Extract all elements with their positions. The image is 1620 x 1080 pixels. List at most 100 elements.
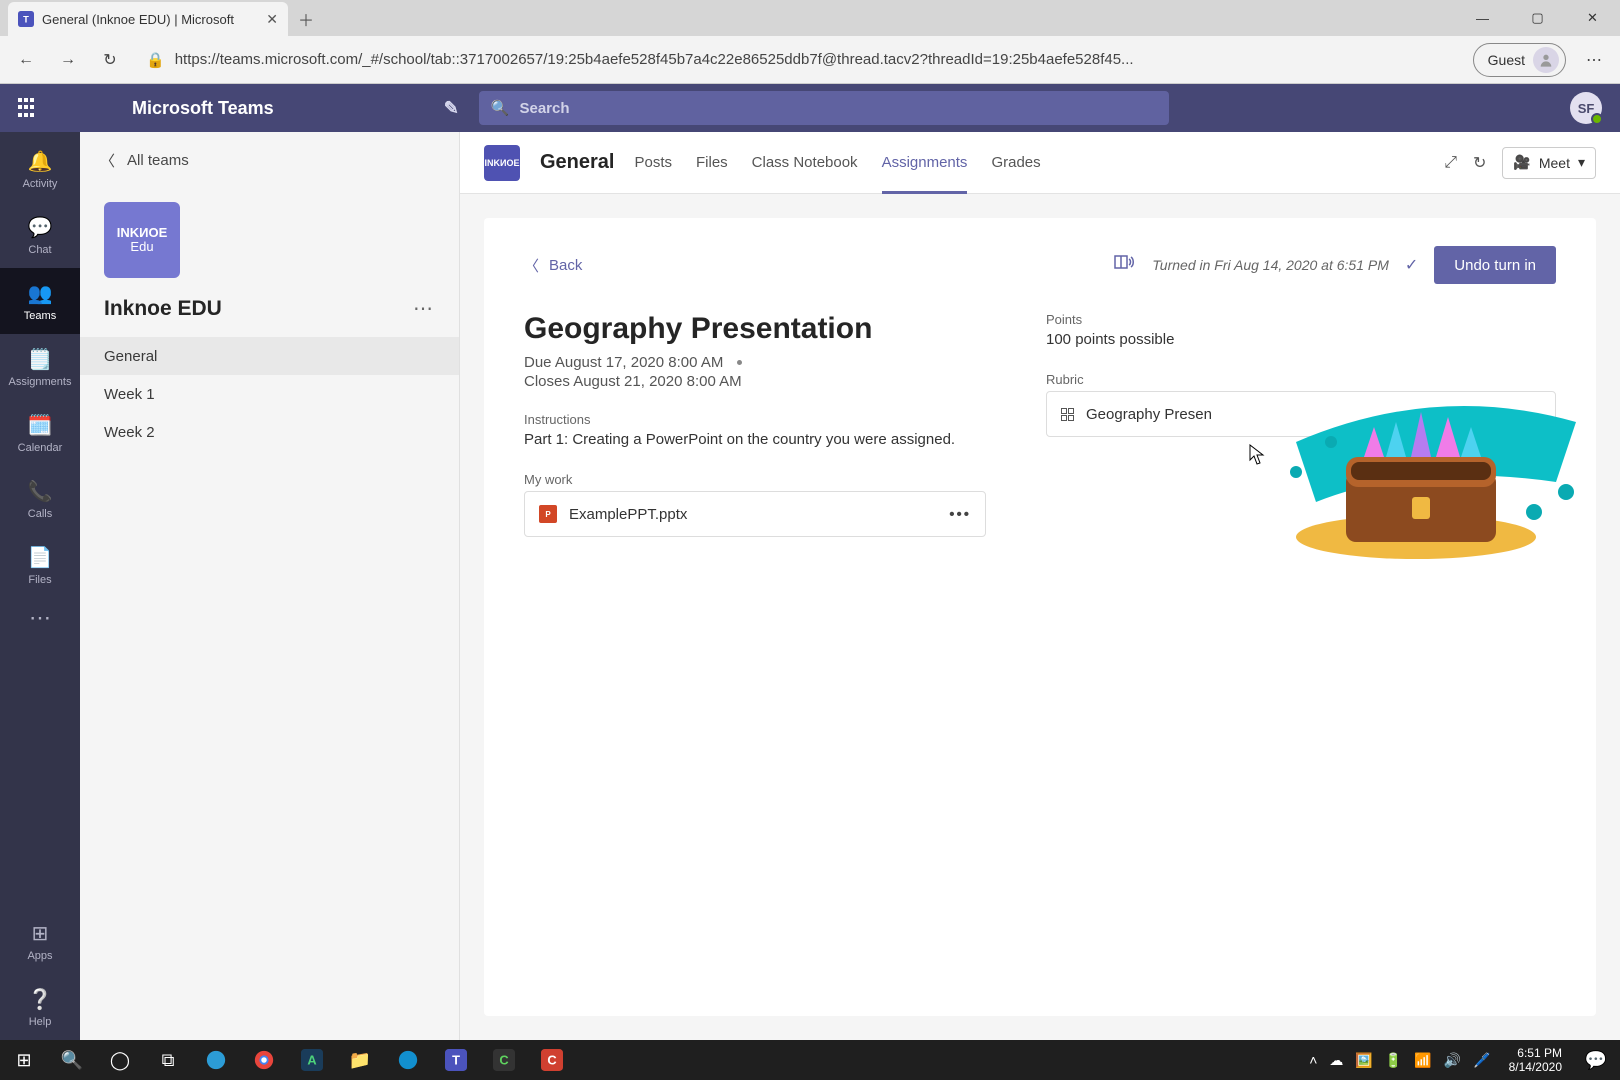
window-maximize-button[interactable]: ▢ [1510,0,1565,36]
window-close-button[interactable]: ✕ [1565,0,1620,36]
teams-header: Microsoft Teams ✎ 🔍 Search SF [0,84,1620,132]
back-label: Back [549,257,582,274]
rail-files[interactable]: 📄 Files [0,532,80,598]
due-date: Due August 17, 2020 8:00 AM [524,354,723,371]
taskbar-app-c2[interactable]: C [528,1040,576,1080]
file-icon: 📄 [28,545,53,570]
treasure-illustration-icon [1236,362,1596,562]
checkmark-icon: ✓ [1405,255,1418,275]
tray-onedrive-icon[interactable]: ☁ [1329,1052,1343,1069]
tray-photos-icon[interactable]: 🖼️ [1355,1052,1372,1069]
new-tab-button[interactable]: ＋ [288,2,324,36]
avatar-initials: SF [1578,101,1595,116]
taskbar-app-chrome[interactable] [240,1040,288,1080]
presence-indicator-icon [1591,113,1603,125]
team-name: Inknoe EDU [104,297,413,321]
taskbar-search-icon[interactable]: 🔍 [48,1040,96,1080]
rail-help[interactable]: ❔Help [0,974,80,1040]
reload-icon[interactable]: ↻ [1473,153,1486,173]
chevron-left-icon: 〈 [100,150,115,171]
taskbar-app-a[interactable]: A [288,1040,336,1080]
tab-posts[interactable]: Posts [634,132,672,194]
taskbar-app-explorer[interactable]: 📁 [336,1040,384,1080]
taskbar-app-edge[interactable] [192,1040,240,1080]
search-placeholder: Search [519,100,569,117]
rail-label: Teams [24,310,56,322]
tab-assignments[interactable]: Assignments [882,132,968,194]
cortana-icon[interactable]: ◯ [96,1040,144,1080]
windows-taskbar: ⊞ 🔍 ◯ ⧉ A 📁 T C C ˄ ☁ 🖼️ 🔋 📶 🔊 🖊️ 6:51 P… [0,1040,1620,1080]
channel-label: General [104,348,157,365]
taskbar-date: 8/14/2020 [1509,1060,1562,1074]
browser-profile-button[interactable]: Guest [1473,43,1566,77]
channel-header: INKИOE General Posts Files Class Noteboo… [460,132,1620,194]
tab-files[interactable]: Files [696,132,728,194]
channel-week1[interactable]: Week 1 [80,375,459,413]
tray-notifications-icon[interactable]: 💬 [1572,1040,1620,1080]
tray-volume-icon[interactable]: 🔊 [1444,1052,1461,1069]
video-icon: 🎥 [1513,154,1530,171]
back-button[interactable]: 〈 Back [524,255,582,276]
instructions-text: Part 1: Creating a PowerPoint on the cou… [524,431,986,448]
rail-label: Files [28,574,51,586]
expand-icon[interactable]: ⤢ [1444,154,1457,172]
rail-calls[interactable]: 📞Calls [0,466,80,532]
nav-forward-button[interactable]: → [54,46,82,74]
rail-teams[interactable]: 👥Teams [0,268,80,334]
svg-text:A: A [307,1053,316,1068]
close-tab-button[interactable]: ✕ [266,11,278,28]
team-logo[interactable]: INKИOE Edu [104,202,180,278]
taskbar-time: 6:51 PM [1509,1046,1562,1060]
file-more-button[interactable]: ••• [949,506,971,523]
url-input[interactable]: 🔒 https://teams.microsoft.com/_#/school/… [138,51,1459,69]
tray-ink-icon[interactable]: 🖊️ [1473,1052,1490,1069]
bell-icon: 🔔 [28,149,53,174]
svg-text:T: T [23,14,29,24]
browser-more-button[interactable]: ⋯ [1580,46,1608,74]
taskbar-clock[interactable]: 6:51 PM 8/14/2020 [1499,1046,1572,1075]
nav-back-button[interactable]: ← [12,46,40,74]
url-text: https://teams.microsoft.com/_#/school/ta… [175,51,1134,68]
taskbar-app-teams[interactable]: T [432,1040,480,1080]
task-view-icon[interactable]: ⧉ [144,1040,192,1080]
tab-class-notebook[interactable]: Class Notebook [752,132,858,194]
nav-refresh-button[interactable]: ↻ [96,46,124,74]
browser-tab[interactable]: T General (Inknoe EDU) | Microsoft ✕ [8,2,288,36]
channel-general[interactable]: General [80,337,459,375]
new-message-button[interactable]: ✎ [444,98,459,119]
system-tray[interactable]: ˄ ☁ 🖼️ 🔋 📶 🔊 🖊️ [1301,1052,1498,1069]
start-button[interactable]: ⊞ [0,1040,48,1080]
tray-chevron-icon[interactable]: ˄ [1309,1052,1317,1068]
waffle-icon[interactable] [18,98,38,118]
svg-text:C: C [547,1053,556,1068]
browser-address-bar: ← → ↻ 🔒 https://teams.microsoft.com/_#/s… [0,36,1620,84]
rail-more-button[interactable]: ⋯ [0,598,80,638]
rail-activity[interactable]: 🔔Activity [0,136,80,202]
taskbar-app-c1[interactable]: C [480,1040,528,1080]
tray-battery-icon[interactable]: 🔋 [1385,1052,1402,1069]
meet-button[interactable]: 🎥 Meet ▾ [1502,147,1596,179]
taskbar-app-edge2[interactable] [384,1040,432,1080]
rail-label: Help [29,1016,52,1028]
instructions-label: Instructions [524,412,986,427]
tray-wifi-icon[interactable]: 📶 [1414,1052,1431,1069]
rail-chat[interactable]: 💬Chat [0,202,80,268]
logo-line1: INKИOE [117,226,168,240]
rail-apps[interactable]: ⊞Apps [0,908,80,974]
all-teams-link[interactable]: 〈 All teams [80,132,459,188]
rail-assignments[interactable]: 🗒️Assignments [0,334,80,400]
dot-icon [737,360,742,365]
window-minimize-button[interactable]: — [1455,0,1510,36]
assignments-icon: 🗒️ [28,347,53,372]
team-more-button[interactable]: ⋯ [413,296,435,321]
channel-logo-icon: INKИOE [484,145,520,181]
immersive-reader-icon[interactable] [1112,250,1136,280]
search-input[interactable]: 🔍 Search [479,91,1169,125]
attached-file[interactable]: P ExamplePPT.pptx ••• [524,491,986,537]
logo-line2: Edu [130,240,153,254]
channel-week2[interactable]: Week 2 [80,413,459,451]
rail-calendar[interactable]: 🗓️Calendar [0,400,80,466]
undo-turn-in-button[interactable]: Undo turn in [1434,246,1556,284]
tab-grades[interactable]: Grades [991,132,1040,194]
user-avatar[interactable]: SF [1570,92,1602,124]
